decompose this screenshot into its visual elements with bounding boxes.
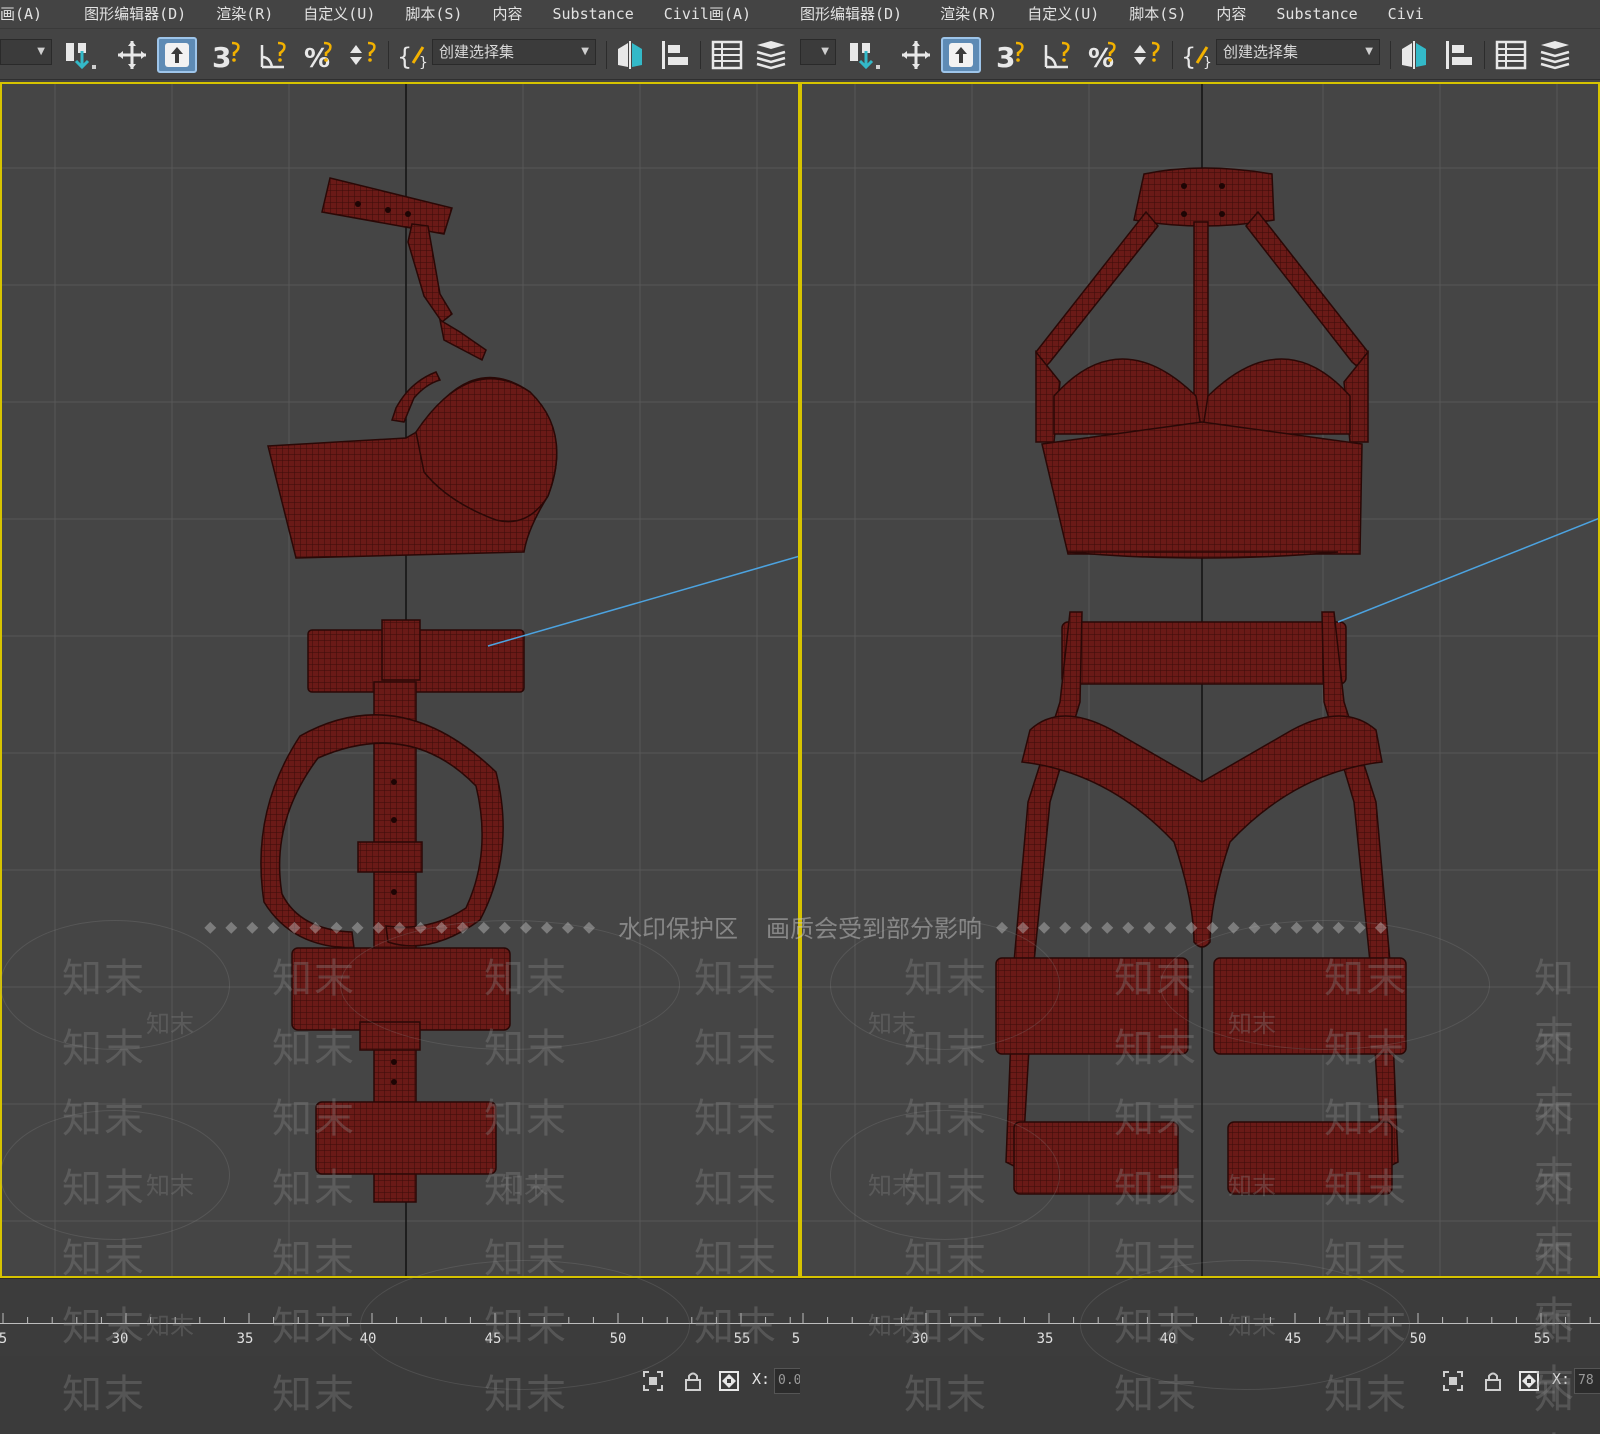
move-icon[interactable] xyxy=(112,37,152,73)
edit-named-selection-icon[interactable]: {} xyxy=(1180,37,1214,73)
selection-filter-dropdown[interactable]: ▼ xyxy=(0,39,52,65)
menu-civil-view[interactable]: Civil画(A) xyxy=(656,0,759,28)
isolate-selection-icon[interactable] xyxy=(1442,1370,1464,1392)
chevron-down-icon: ▼ xyxy=(37,46,45,57)
selection-filter-dropdown[interactable]: ▼ xyxy=(800,39,836,65)
chevron-down-icon: ▼ xyxy=(821,46,829,57)
timeline-ruler[interactable]: 30 35 40 45 50 55 xyxy=(800,1278,1600,1356)
move-icon[interactable] xyxy=(896,37,936,73)
menu-civil-view[interactable]: Civi xyxy=(1380,0,1432,28)
menu-graph-editors[interactable]: 图形编辑器(D) xyxy=(800,0,910,28)
x-coord-label: X: xyxy=(1552,1370,1571,1388)
x-coord-label: X: xyxy=(752,1370,771,1388)
menu-scripting[interactable]: 脚本(S) xyxy=(397,0,470,28)
menu-content[interactable]: 内容 xyxy=(484,0,530,28)
front-view-scene xyxy=(800,82,1600,1278)
named-selection-placeholder: 创建选择集 xyxy=(439,43,515,61)
svg-text:}: } xyxy=(1203,55,1212,71)
menu-rendering[interactable]: 渲染(R) xyxy=(208,0,281,28)
menu-bar: 画(A) 图形编辑器(D) 渲染(R) 自定义(U) 脚本(S) 内容 Subs… xyxy=(0,0,800,28)
x-coord-field[interactable]: 78 xyxy=(1574,1368,1600,1394)
edit-named-selection-icon[interactable]: {} xyxy=(396,37,430,73)
mirror-icon[interactable] xyxy=(612,37,648,73)
menu-graph-editors[interactable]: 图形编辑器(D) xyxy=(76,0,194,28)
side-view-scene xyxy=(0,82,800,1278)
toolbar-separator xyxy=(1390,41,1391,69)
align-icon[interactable] xyxy=(1440,37,1480,73)
menu-customize[interactable]: 自定义(U) xyxy=(1019,0,1107,28)
toolbar-separator xyxy=(388,41,389,69)
svg-text:{: { xyxy=(1181,43,1196,71)
svg-text:}: } xyxy=(419,55,428,71)
named-selection-placeholder: 创建选择集 xyxy=(1223,43,1299,61)
select-object-icon[interactable] xyxy=(157,37,197,73)
menu-substance[interactable]: Substance xyxy=(1268,0,1365,28)
menu-substance[interactable]: Substance xyxy=(544,0,641,28)
viewport-front[interactable] xyxy=(800,82,1600,1278)
chevron-down-icon: ▼ xyxy=(581,46,589,57)
angle-snap-icon[interactable] xyxy=(254,37,294,73)
toolbar-separator xyxy=(1172,41,1173,69)
scene-explorer-icon[interactable] xyxy=(708,37,746,73)
menu-content[interactable]: 内容 xyxy=(1208,0,1254,28)
x-coord-field[interactable]: 0.0 xyxy=(774,1368,800,1394)
toolbar-separator xyxy=(700,41,701,69)
chevron-down-icon: ▼ xyxy=(1365,46,1373,57)
named-selection-set-dropdown[interactable]: 创建选择集 ▼ xyxy=(1216,39,1380,65)
lock-icon[interactable] xyxy=(1482,1370,1504,1392)
isolate-selection-icon[interactable] xyxy=(642,1370,664,1392)
layer-explorer-icon[interactable] xyxy=(1536,37,1574,73)
right-max-window: 图形编辑器(D) 渲染(R) 自定义(U) 脚本(S) 内容 Substance… xyxy=(800,0,1600,1434)
layer-explorer-icon[interactable] xyxy=(752,37,790,73)
absolute-mode-icon[interactable] xyxy=(718,1370,740,1392)
spinner-snap-icon[interactable] xyxy=(1128,37,1168,73)
percent-snap-icon[interactable]: % xyxy=(300,37,340,73)
lock-icon[interactable] xyxy=(682,1370,704,1392)
spinner-snap-icon[interactable] xyxy=(344,37,384,73)
status-bar: X: 0.0 xyxy=(0,1356,800,1434)
mirror-icon[interactable] xyxy=(1396,37,1432,73)
svg-text:3: 3 xyxy=(996,41,1015,73)
angle-snap-icon[interactable] xyxy=(1038,37,1078,73)
select-and-link-icon[interactable] xyxy=(60,37,100,73)
toolbar-separator xyxy=(1484,41,1485,69)
main-toolbar: ▼ 3 % {} 创建选择集 ▼ xyxy=(800,28,1600,80)
ruler-ticks xyxy=(2,1313,791,1323)
menu-rendering[interactable]: 渲染(R) xyxy=(932,0,1005,28)
select-and-link-icon[interactable] xyxy=(844,37,884,73)
scene-explorer-icon[interactable] xyxy=(1492,37,1530,73)
svg-text:3: 3 xyxy=(212,41,231,73)
snap-3d-icon[interactable]: 3 xyxy=(208,37,248,73)
snap-3d-icon[interactable]: 3 xyxy=(992,37,1032,73)
light-guide-line xyxy=(1337,517,1600,623)
lingerie-model-side xyxy=(260,177,558,1203)
select-object-icon[interactable] xyxy=(941,37,981,73)
timeline-ruler[interactable]: 5 30 35 40 45 50 55 5 xyxy=(0,1278,800,1356)
menu-customize[interactable]: 自定义(U) xyxy=(295,0,383,28)
menu-scripting[interactable]: 脚本(S) xyxy=(1121,0,1194,28)
status-bar: X: 78 xyxy=(800,1356,1600,1434)
viewport-side[interactable] xyxy=(0,82,800,1278)
svg-text:{: { xyxy=(397,43,412,71)
toolbar-separator xyxy=(606,41,607,69)
lingerie-model-front xyxy=(995,167,1407,1195)
named-selection-set-dropdown[interactable]: 创建选择集 ▼ xyxy=(432,39,596,65)
percent-snap-icon[interactable]: % xyxy=(1084,37,1124,73)
light-guide-line xyxy=(487,555,800,647)
menu-animation[interactable]: 画(A) xyxy=(0,0,50,28)
ruler-ticks xyxy=(802,1313,1591,1323)
align-icon[interactable] xyxy=(656,37,696,73)
absolute-mode-icon[interactable] xyxy=(1518,1370,1540,1392)
menu-bar: 图形编辑器(D) 渲染(R) 自定义(U) 脚本(S) 内容 Substance… xyxy=(800,0,1600,28)
left-max-window: 画(A) 图形编辑器(D) 渲染(R) 自定义(U) 脚本(S) 内容 Subs… xyxy=(0,0,800,1434)
main-toolbar: ▼ 3 % {} 创建选择集 ▼ xyxy=(0,28,800,80)
